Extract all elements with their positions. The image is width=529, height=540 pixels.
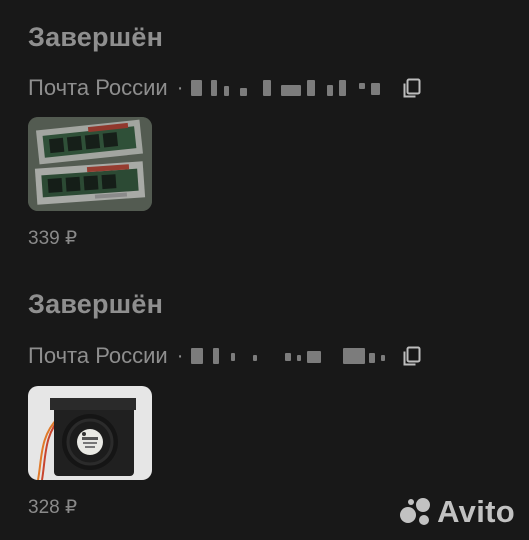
order-price: 339 ₽ [28, 228, 78, 249]
carrier-name: Почта России [28, 343, 168, 368]
copy-icon[interactable] [401, 77, 423, 99]
separator-dot: · [176, 345, 184, 367]
separator-dot: · [176, 77, 184, 99]
delivery-info: Почта России · [28, 343, 423, 369]
avito-watermark: Avito [399, 494, 515, 530]
order-price: 328 ₽ [28, 497, 78, 518]
delivery-info: Почта России · [28, 75, 423, 101]
cooling-fan-image [28, 386, 152, 480]
product-thumbnail[interactable] [28, 117, 152, 211]
watermark-text: Avito [437, 494, 515, 529]
order-status: Завершён [28, 22, 164, 52]
product-thumbnail[interactable] [28, 386, 152, 480]
tracking-number-masked [191, 77, 395, 99]
order-status: Завершён [28, 289, 164, 319]
avito-logo-icon [400, 498, 431, 525]
tracking-number-masked [191, 345, 395, 367]
carrier-name: Почта России [28, 75, 168, 100]
copy-icon[interactable] [401, 345, 423, 367]
ram-modules-image [28, 117, 152, 211]
